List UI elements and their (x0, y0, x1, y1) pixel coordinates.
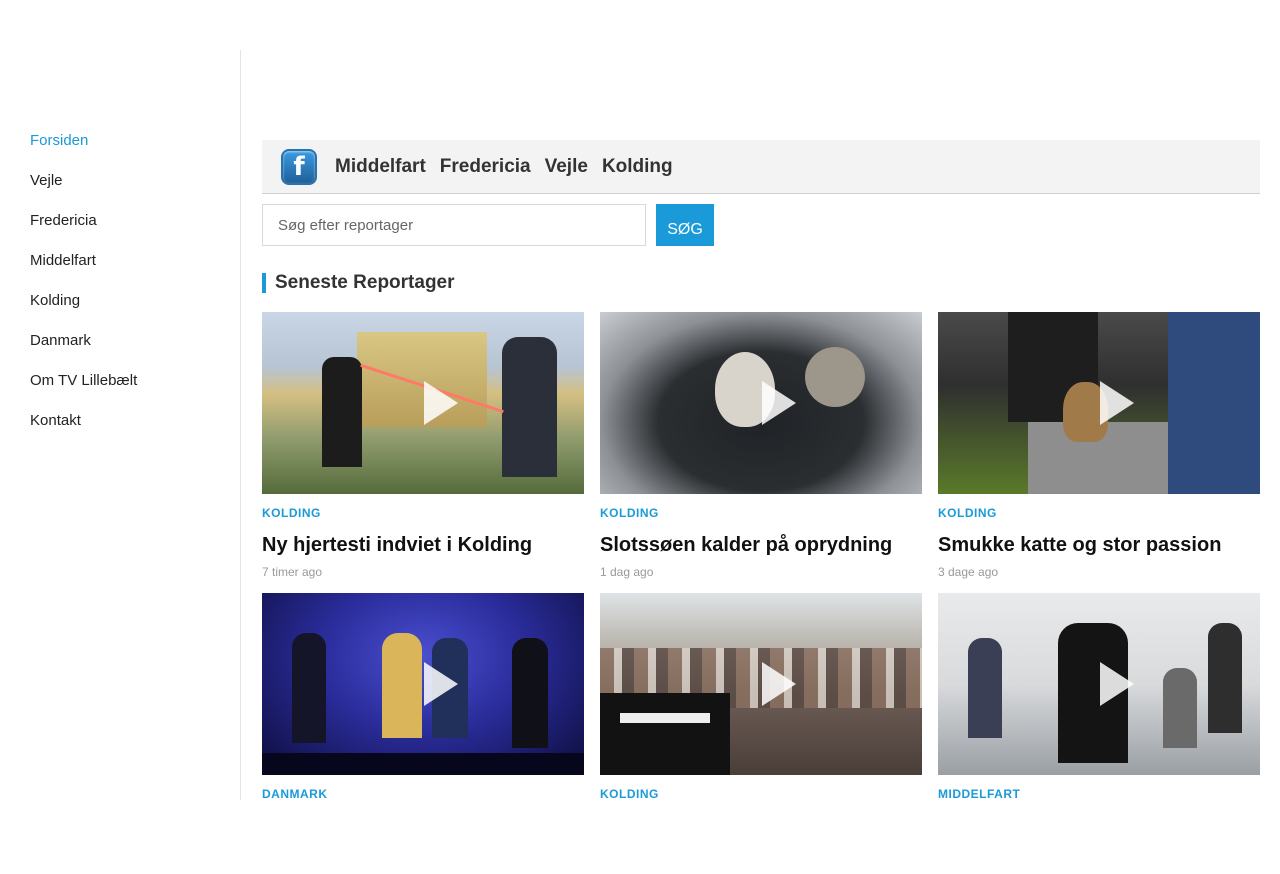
sidebar-item-om-tv-lillebaelt[interactable]: Om TV Lillebælt (30, 370, 137, 410)
video-thumbnail[interactable] (262, 593, 584, 775)
sidebar-item-fredericia[interactable]: Fredericia (30, 210, 137, 250)
play-icon (1100, 662, 1134, 706)
video-thumbnail[interactable] (600, 593, 922, 775)
video-thumbnail[interactable] (938, 593, 1260, 775)
article-time: 3 dage ago (938, 565, 999, 579)
sidebar-item-kontakt[interactable]: Kontakt (30, 410, 137, 450)
main-content: f Middelfart Fredericia Vejle Kolding SØ… (262, 140, 1260, 874)
article-card: KOLDING Ny hjertesti indviet i Kolding 7… (262, 312, 584, 593)
article-title[interactable]: Ny hjertesti indviet i Kolding (262, 534, 584, 557)
sidebar-menu: Forsiden Vejle Fredericia Middelfart Kol… (30, 130, 137, 450)
play-icon (424, 662, 458, 706)
top-nav-link-middelfart[interactable]: Middelfart (335, 156, 426, 178)
facebook-icon[interactable]: f (281, 148, 317, 185)
article-card: KOLDING (600, 593, 922, 874)
video-thumbnail[interactable] (262, 312, 584, 494)
article-card: KOLDING Slotssøen kalder på oprydning 1 … (600, 312, 922, 593)
search-input[interactable] (262, 204, 646, 246)
play-icon (762, 381, 796, 425)
article-card: KOLDING Smukke katte og stor passion 3 d… (938, 312, 1260, 593)
article-category[interactable]: KOLDING (938, 506, 1260, 520)
article-grid: KOLDING Ny hjertesti indviet i Kolding 7… (262, 312, 1260, 874)
search-button[interactable]: SØG (656, 204, 714, 246)
top-nav-link-vejle[interactable]: Vejle (545, 156, 588, 178)
sidebar-item-vejle[interactable]: Vejle (30, 170, 137, 210)
article-title[interactable]: Smukke katte og stor passion (938, 534, 1260, 557)
top-nav-bar: f Middelfart Fredericia Vejle Kolding (262, 140, 1260, 194)
article-card: MIDDELFART (938, 593, 1260, 874)
play-icon (424, 381, 458, 425)
article-category[interactable]: KOLDING (262, 506, 584, 520)
video-thumbnail[interactable] (938, 312, 1260, 494)
sidebar-item-forsiden[interactable]: Forsiden (30, 130, 137, 170)
sidebar-nav: Forsiden Vejle Fredericia Middelfart Kol… (0, 50, 241, 800)
article-category[interactable]: MIDDELFART (938, 787, 1260, 801)
article-category[interactable]: KOLDING (600, 506, 922, 520)
article-category[interactable]: DANMARK (262, 787, 584, 801)
top-nav-link-fredericia[interactable]: Fredericia (440, 156, 531, 178)
sidebar-item-danmark[interactable]: Danmark (30, 330, 137, 370)
sidebar-item-middelfart[interactable]: Middelfart (30, 250, 137, 290)
top-nav-link-kolding[interactable]: Kolding (602, 156, 673, 178)
play-icon (762, 662, 796, 706)
sidebar-item-kolding[interactable]: Kolding (30, 290, 137, 330)
article-title[interactable]: Slotssøen kalder på oprydning (600, 534, 922, 557)
article-card: DANMARK (262, 593, 584, 874)
video-thumbnail[interactable] (600, 312, 922, 494)
article-time: 7 timer ago (262, 565, 323, 579)
article-category[interactable]: KOLDING (600, 787, 922, 801)
section-title: Seneste Reportager (262, 273, 1260, 293)
play-icon (1100, 381, 1134, 425)
article-time: 1 dag ago (600, 565, 654, 579)
search-form: SØG (262, 204, 1260, 246)
